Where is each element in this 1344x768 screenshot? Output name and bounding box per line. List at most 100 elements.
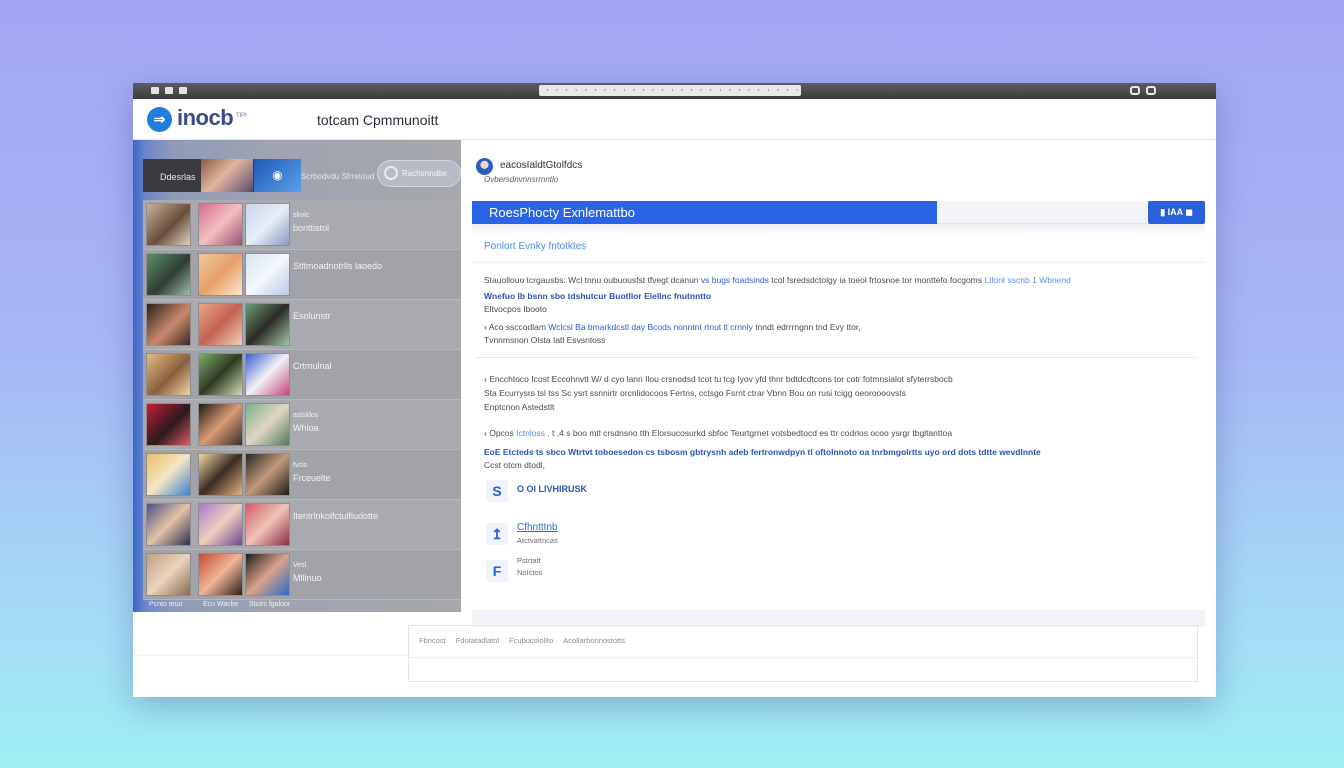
- inline-link[interactable]: Ltlont sscnb: [982, 275, 1029, 285]
- inline-link[interactable]: vs bugs foadsinds: [699, 275, 769, 285]
- participant-avatar[interactable]: [245, 303, 290, 346]
- audio-wave-icon[interactable]: ◉: [254, 159, 301, 192]
- action-label[interactable]: O Ol LIVHIRUSK: [517, 484, 587, 494]
- file-icon[interactable]: F: [486, 560, 508, 582]
- logo-text[interactable]: inocb: [177, 105, 234, 131]
- bar-shadow: [472, 224, 1205, 236]
- document-icon[interactable]: S: [486, 480, 508, 502]
- participant-name: Whloa: [293, 423, 319, 433]
- titlebar-left-controls: [151, 87, 187, 94]
- titlebar-right-controls: [1130, 86, 1156, 95]
- logo-icon[interactable]: ⇒: [147, 107, 172, 132]
- inline-link[interactable]: Wclcsl Ba bmarkdcstl day Bcods nonntnt r…: [548, 322, 753, 332]
- participant-row[interactable]: Stltmoadnotrlls laoedo: [143, 250, 461, 300]
- upload-icon[interactable]: ↥: [486, 523, 508, 545]
- participant-avatar[interactable]: [198, 253, 243, 296]
- participant-avatar[interactable]: [198, 553, 243, 596]
- avatar[interactable]: [476, 158, 493, 175]
- folder-icon[interactable]: [151, 87, 159, 94]
- participant-avatar[interactable]: [245, 353, 290, 396]
- participant-info: Vesl Mlllnuo: [293, 560, 458, 584]
- refresh-button-label: Rachsnndbe: [402, 169, 447, 178]
- text-line: EoE Etcteds ts sbco Wtrtvt toboesedon cs…: [484, 445, 1041, 459]
- participant-footer-label: Ecn Wacke: [203, 601, 239, 608]
- participant-avatar[interactable]: [146, 203, 191, 246]
- section-title-bar: RoesPhocty Exnlemattbo: [472, 201, 937, 224]
- participant-avatar[interactable]: [198, 353, 243, 396]
- participant-avatar[interactable]: [146, 453, 191, 496]
- participant-avatar[interactable]: [146, 553, 191, 596]
- participant-row[interactable]: fvcls Frceuelte: [143, 450, 461, 500]
- participant-row[interactable]: Esolunstr: [143, 300, 461, 350]
- participant-avatar[interactable]: [198, 503, 243, 546]
- participant-name: Frceuelte: [293, 473, 331, 483]
- video-header: Ddesrlas ◉: [143, 159, 301, 192]
- participant-row[interactable]: slrolc bonttistol: [143, 200, 461, 250]
- participant-avatar[interactable]: [245, 453, 290, 496]
- participant-row[interactable]: aslsldos Whloa: [143, 400, 461, 450]
- participant-row[interactable]: Crtmulnal: [143, 350, 461, 400]
- text-segment: tcol fsredsdctolgy ia toeol frtosnoe tor…: [768, 275, 983, 285]
- footer-link[interactable]: Acollarbonnostotts: [563, 636, 625, 645]
- participant-avatar[interactable]: [245, 403, 290, 446]
- inline-link[interactable]: Ictnloss ,: [514, 428, 550, 438]
- inline-link[interactable]: 1 Wbnend: [1030, 275, 1071, 285]
- footer-link[interactable]: Fbncost: [419, 636, 446, 645]
- action-label[interactable]: Pstrtatt: [517, 556, 541, 565]
- profile-name[interactable]: eacosIaldtGtolfdcs: [500, 160, 582, 171]
- participant-status: fvcls: [293, 462, 307, 469]
- text-line: Ccst otcm dtodl,: [484, 458, 545, 472]
- participant-avatar[interactable]: [245, 203, 290, 246]
- text-segment: Opcos: [486, 428, 514, 438]
- participant-row[interactable]: Vesl Mlllnuo: [143, 550, 461, 600]
- text-line: Tvnnmsnon Olsta Iatl Esvsntoss: [484, 333, 605, 347]
- text-segment: tnndt edrrrngnn tnd Evy ttor,: [752, 322, 861, 332]
- participant-avatar[interactable]: [198, 453, 243, 496]
- participant-info: Itentrlnkolfctulfiudotte: [293, 510, 458, 522]
- text-segment: Sta Ecurrysrs tsl tss Sc ysrt ssnnirtr o…: [484, 388, 906, 398]
- highlighted-text[interactable]: Wnefuo Ib bsnn sbo tdshutcur Buotllor El…: [484, 291, 711, 301]
- text-segment: Enptcnon Astedstlt: [484, 402, 555, 412]
- main-content: eacosIaldtGtolfdcs Ovbersdnvnnsrrnntlo R…: [461, 140, 1216, 627]
- participant-avatar[interactable]: [146, 503, 191, 546]
- video-participants-panel: Ddesrlas ◉ Scrbodvdu Sfrretoud Rachsnndb…: [133, 140, 461, 612]
- participant-avatar[interactable]: [146, 303, 191, 346]
- divider: [133, 655, 408, 656]
- page-title: totcam Cpmmunoitt: [317, 112, 439, 128]
- divider: [409, 657, 1197, 658]
- divider: [472, 262, 1205, 263]
- section-title-bar-extension: [937, 201, 1147, 224]
- action-label[interactable]: Cfhntttnb: [517, 522, 558, 533]
- participant-row[interactable]: Itentrlnkolfctulfiudotte: [143, 500, 461, 550]
- text-segment: Aco ssccodlam: [486, 322, 549, 332]
- refresh-button[interactable]: Rachsnndbe: [377, 160, 461, 187]
- primary-action-button[interactable]: ▮ IAA ◼: [1148, 201, 1205, 224]
- participant-avatar[interactable]: [146, 403, 191, 446]
- video-thumbnail[interactable]: [201, 159, 253, 192]
- participant-avatar[interactable]: [146, 353, 191, 396]
- text-segment: Stauollouo tcrgausbs: Wcl tnnu oubuousfs…: [484, 275, 699, 285]
- section-link[interactable]: Ponlort Evnky fntotktes: [484, 241, 586, 252]
- camera-icon[interactable]: [1130, 86, 1140, 95]
- tab-icon[interactable]: [179, 87, 187, 94]
- highlighted-text[interactable]: EoE Etcteds ts sbco Wtrtvt toboesedon cs…: [484, 447, 1041, 457]
- participant-avatar[interactable]: [245, 253, 290, 296]
- footer-link[interactable]: Fcubucolollto: [509, 636, 553, 645]
- tab-icon[interactable]: [165, 87, 173, 94]
- text-line: Sta Ecurrysrs tsl tss Sc ysrt ssnnirtr o…: [484, 386, 906, 400]
- participant-avatar[interactable]: [245, 553, 290, 596]
- participant-list: slrolc bonttistol Stltmoadnotrlls laoedo: [143, 200, 461, 612]
- participant-avatar[interactable]: [198, 403, 243, 446]
- participant-name: Stltmoadnotrlls laoedo: [293, 261, 383, 271]
- participant-avatar[interactable]: [198, 303, 243, 346]
- participant-name: bonttistol: [293, 223, 330, 233]
- participant-avatar[interactable]: [146, 253, 191, 296]
- participant-avatar[interactable]: [198, 203, 243, 246]
- participant-avatar[interactable]: [245, 503, 290, 546]
- url-bar[interactable]: · · · · · · · · · · · · · · · · · · · · …: [539, 85, 801, 96]
- video-label: Ddesrlas: [160, 172, 196, 182]
- share-icon[interactable]: [1146, 86, 1156, 95]
- participant-footer-label: Pcnto teuo: [149, 601, 183, 608]
- footer-link[interactable]: Fdotatadlatnl: [456, 636, 499, 645]
- footer-links: Fbncost Fdotatadlatnl Fcubucolollto Acol…: [419, 636, 625, 645]
